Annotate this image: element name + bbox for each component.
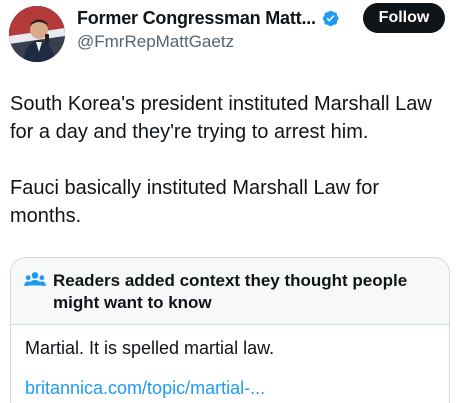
- avatar[interactable]: [9, 6, 65, 62]
- community-note: Readers added context they thought peopl…: [10, 257, 450, 403]
- community-note-header: Readers added context they thought peopl…: [11, 258, 449, 325]
- post-body: South Korea's president instituted Marsh…: [10, 90, 450, 230]
- author-handle[interactable]: @FmrRepMattGaetz: [77, 32, 234, 52]
- follow-button[interactable]: Follow: [363, 3, 445, 33]
- post-paragraph-2: Fauci basically instituted Marshall Law …: [10, 177, 380, 227]
- profile-photo-icon: [9, 6, 65, 62]
- verified-badge-icon: [322, 10, 339, 26]
- community-note-link[interactable]: britannica.com/topic/martial-...: [25, 378, 265, 399]
- post-paragraph-1: South Korea's president instituted Marsh…: [10, 93, 432, 143]
- community-note-title: Readers added context they thought peopl…: [53, 271, 408, 312]
- author-name-row[interactable]: Former Congressman Matt...: [77, 6, 340, 30]
- people-icon: [24, 272, 46, 286]
- tweet-header: Former Congressman Matt... @FmrRepMattGa…: [0, 0, 460, 70]
- author-display-name[interactable]: Former Congressman Matt...: [77, 8, 316, 29]
- community-note-text: Martial. It is spelled martial law.: [25, 338, 275, 358]
- tweet: Former Congressman Matt... @FmrRepMattGa…: [0, 0, 460, 403]
